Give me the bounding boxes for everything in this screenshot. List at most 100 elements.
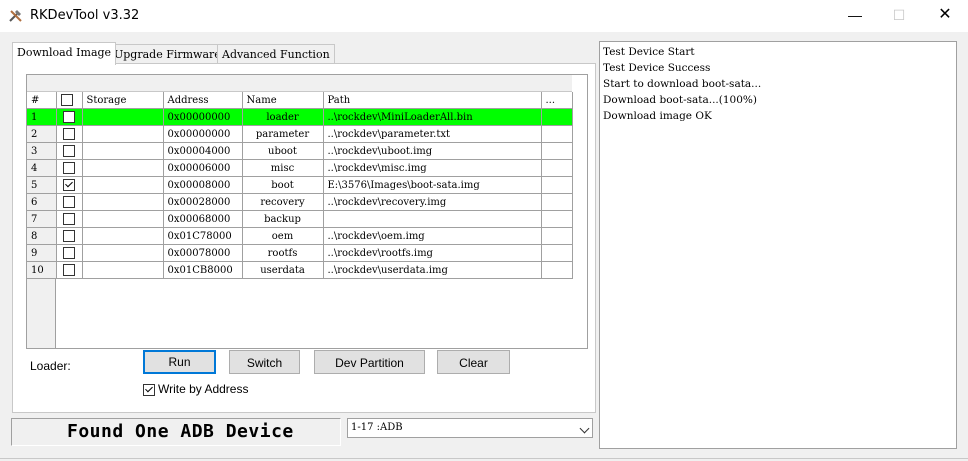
row-name[interactable]: userdata: [242, 261, 324, 279]
table-row[interactable]: 2 0x00000000 parameter ..\rockdev\parameter…: [27, 125, 573, 143]
row-check-box[interactable]: [63, 213, 75, 225]
device-select[interactable]: 1-17 :ADB: [347, 418, 593, 438]
dev-partition-button[interactable]: Dev Partition: [314, 350, 425, 374]
row-number[interactable]: 1: [27, 108, 57, 126]
row-path[interactable]: ..\rockdev\parameter.txt: [323, 125, 542, 143]
tab-advanced-function[interactable]: Advanced Function: [217, 44, 335, 65]
row-storage[interactable]: [82, 125, 164, 143]
row-name[interactable]: boot: [242, 176, 324, 194]
row-checkbox[interactable]: [56, 108, 83, 126]
row-check-box[interactable]: [63, 162, 75, 174]
row-address[interactable]: 0x00006000: [163, 159, 243, 177]
row-number[interactable]: 7: [27, 210, 57, 228]
tab-download-image[interactable]: Download Image: [12, 42, 117, 65]
table-row[interactable]: 9 0x00078000 rootfs ..\rockdev\rootfs.img: [27, 244, 573, 262]
chevron-down-icon[interactable]: [579, 423, 590, 434]
row-storage[interactable]: [82, 108, 164, 126]
minimize-button[interactable]: —: [832, 0, 878, 30]
row-number[interactable]: 9: [27, 244, 57, 262]
row-checkbox[interactable]: [56, 244, 83, 262]
table-row[interactable]: 1 0x00000000 loader ..\rockdev\MiniLoaderAl…: [27, 108, 573, 126]
close-button[interactable]: ✕: [922, 0, 968, 30]
row-checkbox[interactable]: [56, 125, 83, 143]
row-path[interactable]: ..\rockdev\rootfs.img: [323, 244, 542, 262]
row-address[interactable]: 0x01CB8000: [163, 261, 243, 279]
table-row[interactable]: 8 0x01C78000 oem ..\rockdev\oem.img: [27, 227, 573, 245]
row-browse[interactable]: [541, 125, 573, 143]
row-checkbox[interactable]: [56, 210, 83, 228]
row-name[interactable]: parameter: [242, 125, 324, 143]
run-button[interactable]: Run: [143, 350, 216, 374]
row-storage[interactable]: [82, 159, 164, 177]
row-address[interactable]: 0x00000000: [163, 125, 243, 143]
row-name[interactable]: backup: [242, 210, 324, 228]
row-browse[interactable]: [541, 193, 573, 211]
row-path[interactable]: E:\3576\Images\boot-sata.img: [323, 176, 542, 194]
table-row[interactable]: 3 0x00004000 uboot ..\rockdev\uboot.img: [27, 142, 573, 160]
row-browse[interactable]: [541, 261, 573, 279]
row-path[interactable]: ..\rockdev\oem.img: [323, 227, 542, 245]
select-all-checkbox[interactable]: [60, 94, 73, 106]
row-address[interactable]: 0x00068000: [163, 210, 243, 228]
row-name[interactable]: misc: [242, 159, 324, 177]
row-number[interactable]: 6: [27, 193, 57, 211]
table-row[interactable]: 7 0x00068000 backup: [27, 210, 573, 228]
col-header-storage[interactable]: Storage: [82, 92, 164, 109]
row-address[interactable]: 0x00004000: [163, 142, 243, 160]
row-number[interactable]: 5: [27, 176, 57, 194]
table-row[interactable]: 6 0x00028000 recovery ..\rockdev\recovery.i…: [27, 193, 573, 211]
row-check-box[interactable]: [63, 128, 75, 140]
row-number[interactable]: 3: [27, 142, 57, 160]
row-storage[interactable]: [82, 261, 164, 279]
log-output[interactable]: Test Device Start Test Device Success Star…: [599, 41, 957, 449]
row-browse[interactable]: [541, 244, 573, 262]
row-browse[interactable]: [541, 142, 573, 160]
row-path[interactable]: ..\rockdev\uboot.img: [323, 142, 542, 160]
write-by-address-check-icon[interactable]: [143, 383, 155, 396]
row-number[interactable]: 10: [27, 261, 57, 279]
row-browse[interactable]: [541, 227, 573, 245]
row-path[interactable]: ..\rockdev\userdata.img: [323, 261, 542, 279]
row-path[interactable]: ..\rockdev\misc.img: [323, 159, 542, 177]
table-row[interactable]: 5 0x00008000 boot E:\3576\Images\boot-sata.…: [27, 176, 573, 194]
row-address[interactable]: 0x00008000: [163, 176, 243, 194]
table-row[interactable]: 10 0x01CB8000 userdata ..\rockdev\userdata.…: [27, 261, 573, 279]
tab-upgrade-firmware[interactable]: Upgrade Firmware: [109, 44, 226, 65]
row-name[interactable]: oem: [242, 227, 324, 245]
row-address[interactable]: 0x00000000: [163, 108, 243, 126]
row-storage[interactable]: [82, 176, 164, 194]
row-check-box[interactable]: [63, 264, 75, 276]
row-checkbox[interactable]: [56, 159, 83, 177]
row-address[interactable]: 0x01C78000: [163, 227, 243, 245]
row-storage[interactable]: [82, 193, 164, 211]
row-checkbox[interactable]: [56, 142, 83, 160]
row-path[interactable]: [323, 210, 542, 228]
row-check-box[interactable]: [63, 179, 75, 191]
col-header-path[interactable]: Path: [323, 92, 542, 109]
row-browse[interactable]: [541, 210, 573, 228]
col-header-more[interactable]: ...: [541, 92, 573, 109]
row-address[interactable]: 0x00028000: [163, 193, 243, 211]
row-browse[interactable]: [541, 108, 573, 126]
row-name[interactable]: uboot: [242, 142, 324, 160]
col-header-address[interactable]: Address: [163, 92, 243, 109]
table-row[interactable]: 4 0x00006000 misc ..\rockdev\misc.img: [27, 159, 573, 177]
row-check-box[interactable]: [63, 111, 75, 123]
row-storage[interactable]: [82, 227, 164, 245]
maximize-button[interactable]: ☐: [876, 0, 922, 30]
row-storage[interactable]: [82, 244, 164, 262]
col-header-select-all[interactable]: [56, 92, 83, 109]
row-number[interactable]: 4: [27, 159, 57, 177]
col-header-name[interactable]: Name: [242, 92, 324, 109]
row-number[interactable]: 8: [27, 227, 57, 245]
row-name[interactable]: loader: [242, 108, 324, 126]
row-path[interactable]: ..\rockdev\MiniLoaderAll.bin: [323, 108, 542, 126]
row-checkbox[interactable]: [56, 261, 83, 279]
row-name[interactable]: recovery: [242, 193, 324, 211]
row-name[interactable]: rootfs: [242, 244, 324, 262]
row-checkbox[interactable]: [56, 176, 83, 194]
row-storage[interactable]: [82, 142, 164, 160]
partition-grid[interactable]: # Storage Address Name Path ... 1 0x00000…: [26, 74, 588, 349]
row-address[interactable]: 0x00078000: [163, 244, 243, 262]
row-check-box[interactable]: [63, 145, 75, 157]
